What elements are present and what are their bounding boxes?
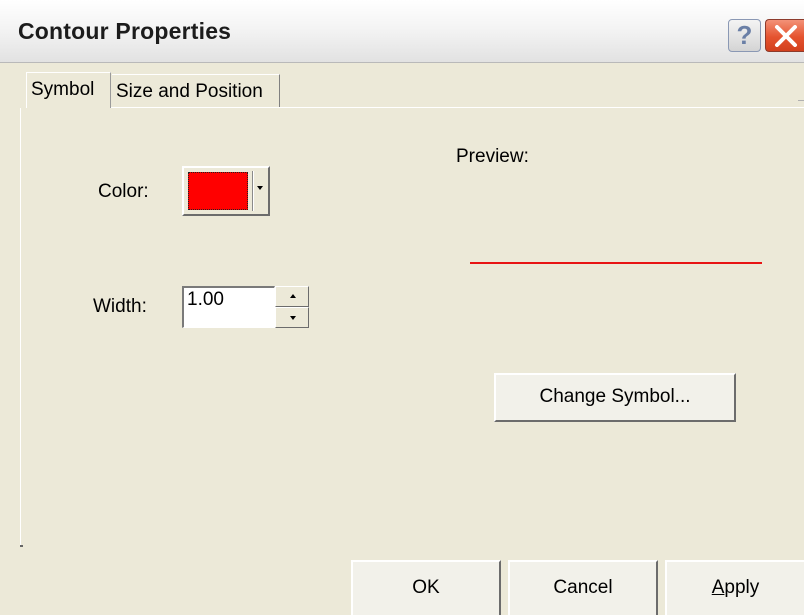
apply-button[interactable]: Apply: [665, 560, 804, 615]
ok-button[interactable]: OK: [351, 560, 501, 615]
help-button[interactable]: ?: [728, 19, 761, 52]
caret-up-icon: [290, 294, 296, 298]
title-bar: Contour Properties ?: [0, 0, 804, 63]
close-x-icon: [775, 25, 797, 47]
tab-symbol[interactable]: Symbol: [26, 72, 111, 108]
width-spin-up-button[interactable]: [275, 286, 309, 307]
color-swatch: [188, 172, 248, 210]
caret-down-icon: [257, 186, 263, 190]
width-spin-down-button[interactable]: [275, 307, 309, 328]
preview-label: Preview:: [456, 146, 529, 167]
panel-corner-mark: [20, 545, 23, 547]
window-title: Contour Properties: [18, 18, 232, 44]
tab-panel-corner: [798, 100, 804, 107]
width-input[interactable]: 1.00: [182, 286, 275, 328]
question-mark-icon: ?: [736, 20, 753, 50]
close-button[interactable]: [765, 19, 804, 52]
tab-panel-border: [20, 108, 21, 545]
apply-label: pply: [724, 577, 760, 598]
change-symbol-button[interactable]: Change Symbol...: [494, 373, 736, 422]
caret-down-icon: [290, 316, 296, 320]
apply-mnemonic: A: [711, 577, 725, 598]
width-label: Width:: [93, 296, 147, 317]
cancel-button[interactable]: Cancel: [508, 560, 658, 615]
color-picker-divider: [252, 171, 254, 211]
color-picker-button[interactable]: [182, 166, 270, 216]
preview-line-sample: [470, 262, 762, 264]
tab-size-and-position[interactable]: Size and Position: [112, 74, 280, 107]
color-label: Color:: [98, 181, 149, 202]
